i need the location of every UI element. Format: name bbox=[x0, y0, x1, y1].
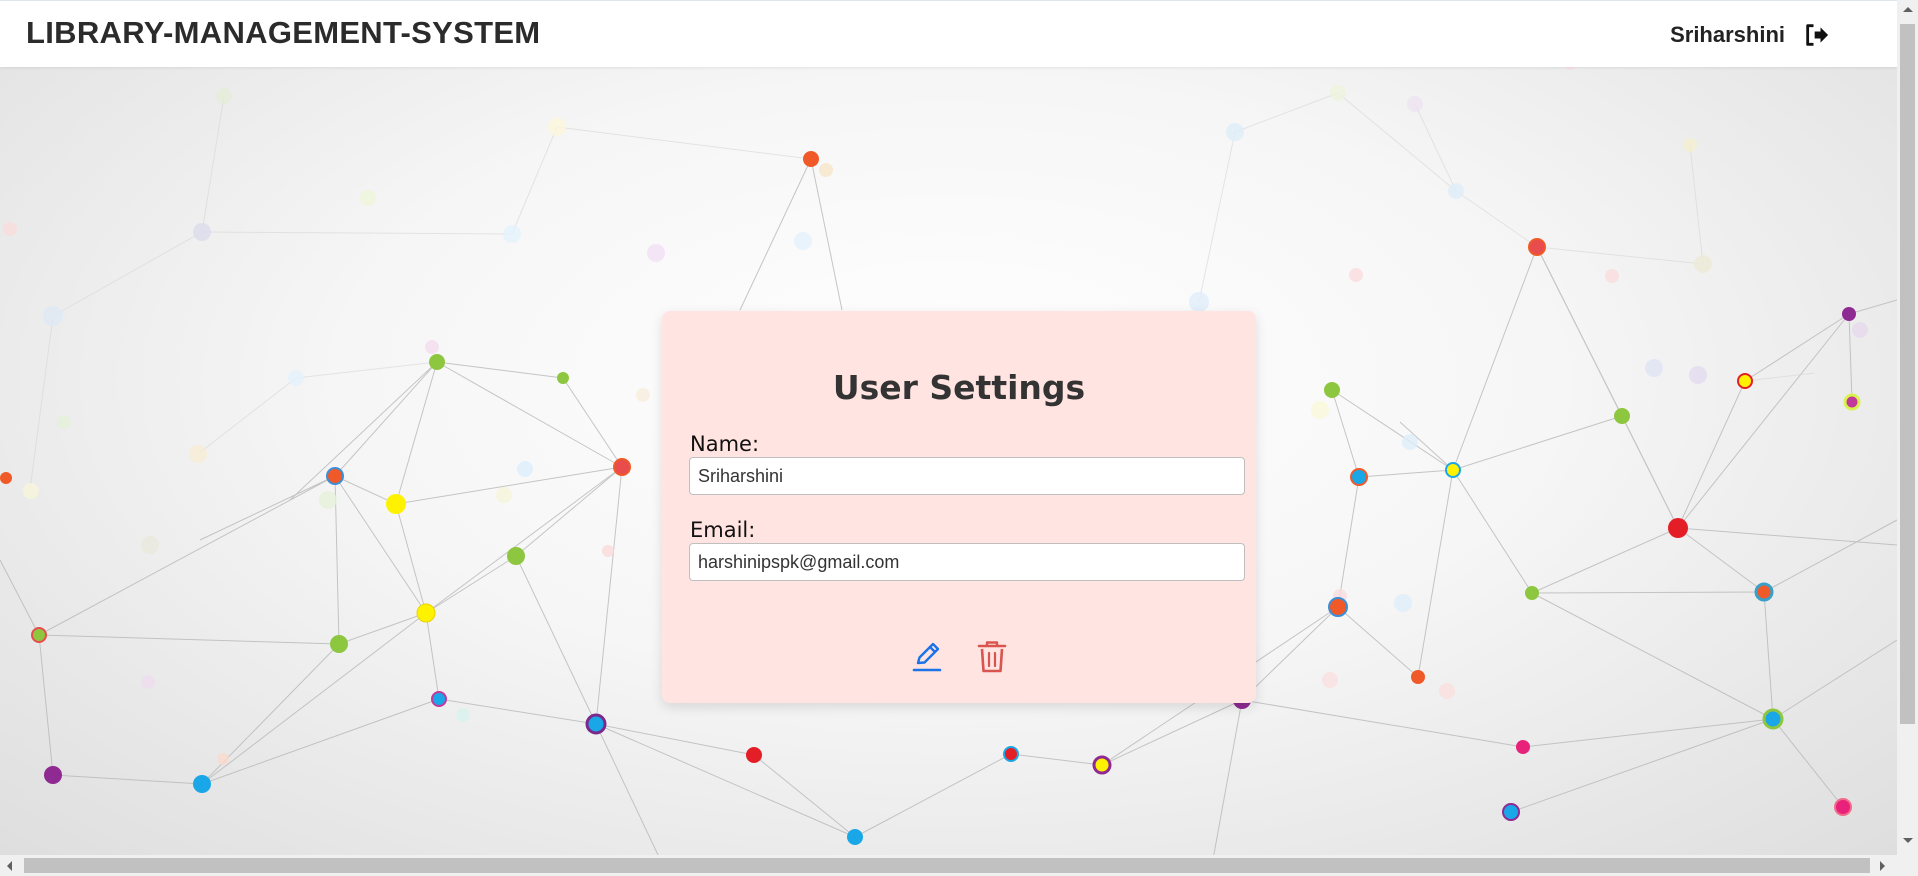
user-settings-card: User Settings Name: Email: bbox=[662, 311, 1256, 703]
email-label: Email: bbox=[690, 518, 756, 542]
logout-icon[interactable] bbox=[1803, 21, 1831, 49]
vertical-scrollbar[interactable] bbox=[1897, 0, 1918, 876]
username-label: Sriharshini bbox=[1670, 22, 1785, 47]
scroll-down-icon[interactable] bbox=[1903, 838, 1913, 843]
user-settings-title: User Settings bbox=[832, 368, 1086, 407]
scroll-left-icon[interactable] bbox=[7, 861, 12, 871]
horizontal-scroll-thumb[interactable] bbox=[24, 858, 1870, 873]
name-input[interactable] bbox=[689, 457, 1245, 495]
app-title: LIBRARY-MANAGEMENT-SYSTEM bbox=[26, 15, 541, 50]
vertical-scroll-thumb[interactable] bbox=[1900, 24, 1915, 724]
pencil-icon[interactable] bbox=[909, 638, 945, 674]
horizontal-scrollbar[interactable] bbox=[0, 855, 1897, 876]
top-navbar: LIBRARY-MANAGEMENT-SYSTEM Sriharshini bbox=[0, 0, 1897, 67]
trash-icon[interactable] bbox=[974, 638, 1010, 674]
scroll-right-icon[interactable] bbox=[1880, 861, 1885, 871]
name-label: Name: bbox=[690, 432, 760, 456]
email-input[interactable] bbox=[689, 543, 1245, 581]
scroll-up-icon[interactable] bbox=[1903, 7, 1913, 12]
